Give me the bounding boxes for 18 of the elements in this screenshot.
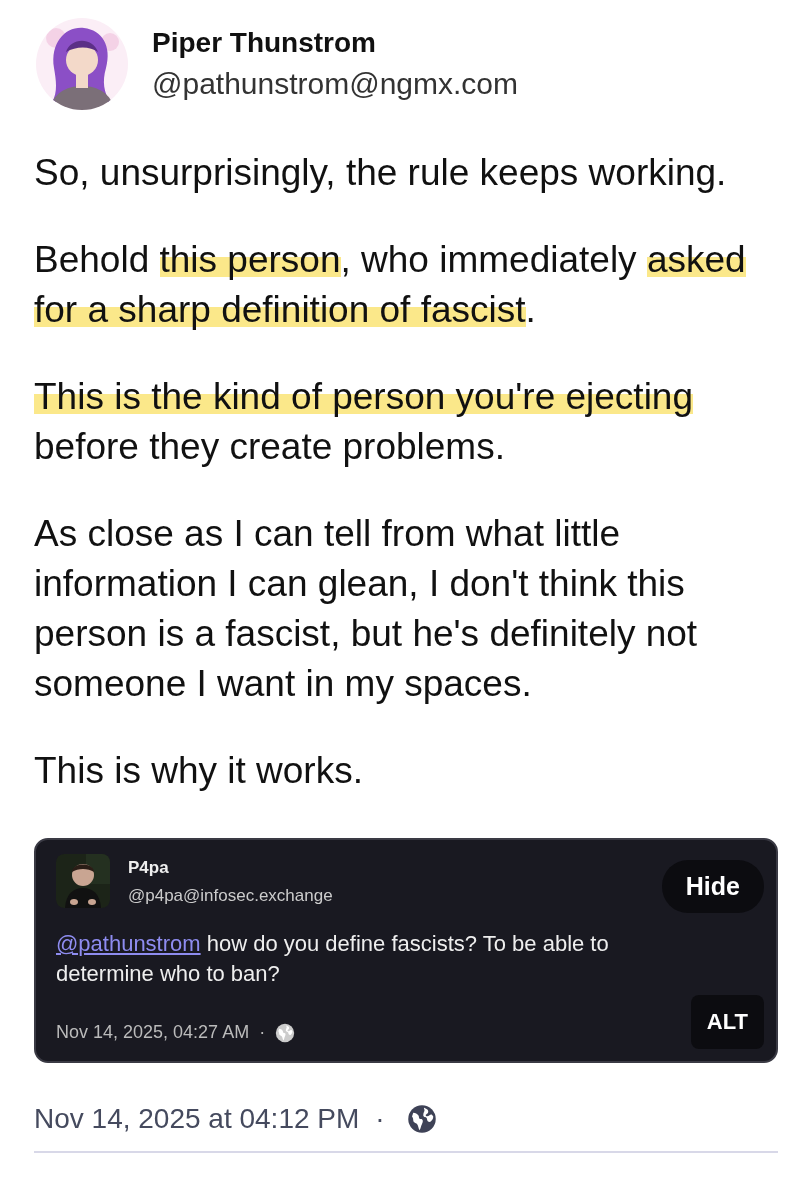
author-name: P4pa xyxy=(128,858,170,878)
alt-button[interactable]: ALT xyxy=(690,995,764,1049)
post-timestamp: Nov 14, 2025 at 04:12 PM xyxy=(34,1103,360,1135)
post-paragraph: This is why it works. xyxy=(34,749,364,793)
globe-icon xyxy=(406,1104,437,1134)
post-paragraph: As close as I can tell from what little information I can glean, I don't think this person is a fascist, but he's definitely not someone I want in my spaces. xyxy=(34,512,699,706)
hide-button[interactable]: Hide xyxy=(661,860,764,913)
author-handle: @pathunstrom@ngmx.com xyxy=(152,67,519,101)
post-paragraph: This is the kind of person you're ejecting before they create problems. xyxy=(34,375,695,469)
author-handle: @p4pa@infosec.exchange xyxy=(128,886,334,906)
separator-dot: · xyxy=(259,1022,266,1043)
separator-dot: · xyxy=(375,1103,385,1135)
globe-icon xyxy=(275,1022,296,1043)
mention-link[interactable]: @pathunstrom xyxy=(56,931,201,956)
post-text: @pathunstrom how do you define fascists? To be able to determine who to ban? xyxy=(56,930,610,988)
post-timestamp: Nov 14, 2025, 04:27 AM xyxy=(56,1022,250,1043)
author-name: Piper Thunstrom xyxy=(152,27,377,59)
post-paragraph: So, unsurprisingly, the rule keeps working. xyxy=(34,151,728,195)
